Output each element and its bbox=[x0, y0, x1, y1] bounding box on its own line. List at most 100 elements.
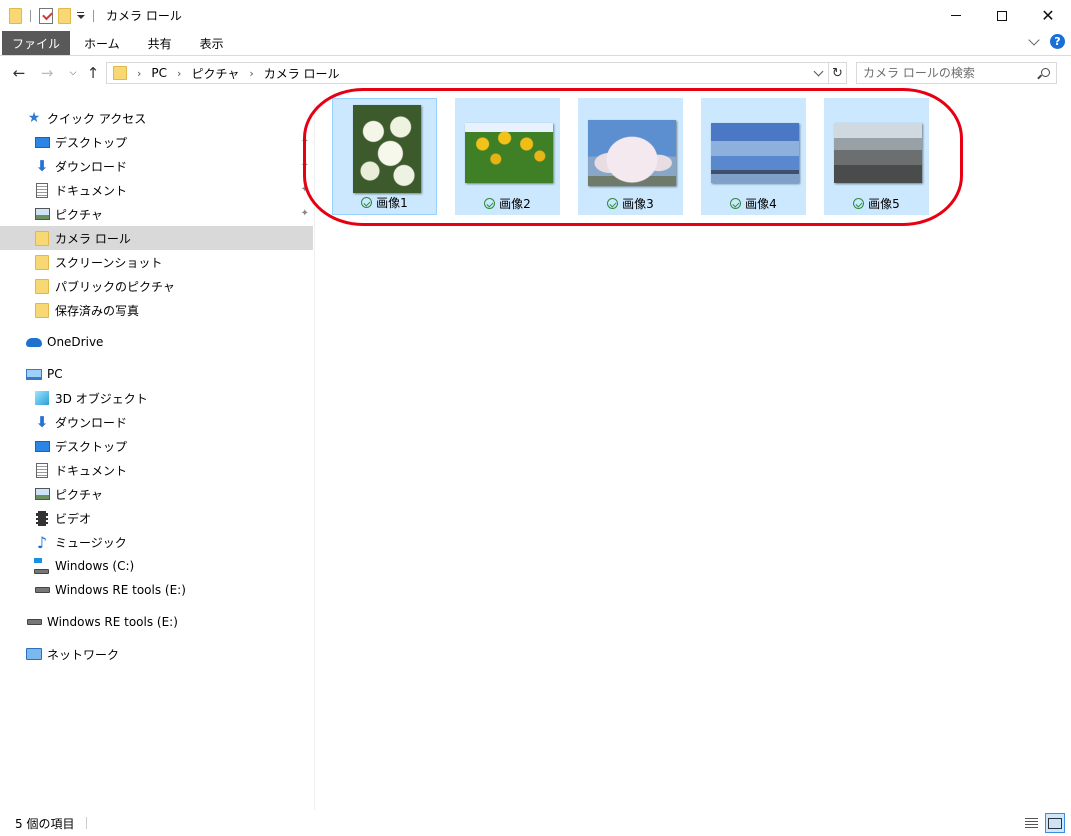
file-tile[interactable]: 画像5 bbox=[824, 98, 929, 215]
nav-item-saved-pictures[interactable]: 保存済みの写真 bbox=[0, 298, 313, 322]
breadcrumb-pictures[interactable]: ピクチャ bbox=[191, 65, 239, 82]
address-dropdown-icon[interactable] bbox=[814, 67, 824, 77]
nav-label: ピクチャ bbox=[55, 207, 103, 222]
folder-icon bbox=[113, 66, 127, 80]
toolbar-separator bbox=[30, 9, 31, 22]
breadcrumb-camera-roll[interactable]: カメラ ロール bbox=[264, 65, 340, 82]
network-icon bbox=[26, 646, 42, 662]
search-input[interactable] bbox=[863, 66, 1033, 80]
file-tile[interactable]: 画像4 bbox=[701, 98, 806, 215]
tab-share[interactable]: 共有 bbox=[134, 31, 186, 55]
view-switcher bbox=[1021, 813, 1065, 833]
toolbar-separator bbox=[93, 9, 94, 22]
nav-item-drive-e[interactable]: Windows RE tools (E:) bbox=[0, 578, 313, 602]
search-box[interactable] bbox=[856, 62, 1057, 84]
file-list: 画像1 画像2 画像3 画像4 画像5 bbox=[316, 90, 1071, 810]
properties-icon[interactable] bbox=[39, 7, 53, 24]
file-name: 画像1 bbox=[376, 196, 408, 210]
nav-label: Windows (C:) bbox=[55, 559, 135, 573]
film-icon bbox=[34, 510, 50, 526]
refresh-button[interactable]: ↻ bbox=[829, 62, 847, 84]
file-caption: 画像1 bbox=[333, 194, 436, 211]
close-button[interactable]: ✕ bbox=[1025, 0, 1071, 31]
folder-icon bbox=[34, 254, 50, 270]
pin-icon: ✦ bbox=[300, 136, 309, 147]
nav-item-public-pictures[interactable]: パブリックのピクチャ bbox=[0, 274, 313, 298]
breadcrumb-pc[interactable]: PC bbox=[151, 66, 167, 80]
file-name: 画像3 bbox=[622, 197, 654, 211]
music-note-icon: ♪ bbox=[36, 532, 48, 552]
folder-icon[interactable] bbox=[9, 7, 22, 24]
thumbnail bbox=[834, 104, 922, 192]
recent-locations-button[interactable]: ⌵ bbox=[64, 64, 82, 82]
tab-view[interactable]: 表示 bbox=[186, 31, 238, 55]
details-view-button[interactable] bbox=[1021, 813, 1041, 833]
nav-label: スクリーンショット bbox=[55, 255, 163, 270]
chevron-right-icon: › bbox=[137, 66, 142, 80]
file-tile[interactable]: 画像1 bbox=[332, 98, 437, 215]
nav-label: カメラ ロール bbox=[55, 231, 131, 246]
nav-label: ダウンロード bbox=[55, 159, 128, 174]
file-name: 画像2 bbox=[499, 197, 531, 211]
file-caption: 画像2 bbox=[455, 195, 560, 212]
tab-file[interactable]: ファイル bbox=[2, 31, 71, 55]
file-tile[interactable]: 画像3 bbox=[578, 98, 683, 215]
image-thumbnail bbox=[353, 105, 421, 193]
nav-drive-e[interactable]: Windows RE tools (E:) bbox=[0, 610, 313, 634]
nav-item-downloads[interactable]: ⬇ ダウンロード ✦ bbox=[0, 154, 313, 178]
navigation-pane: ★ クイック アクセス デスクトップ ✦ ⬇ ダウンロード ✦ ドキュメント ✦… bbox=[0, 104, 315, 810]
help-icon[interactable]: ? bbox=[1050, 34, 1065, 49]
status-bar: 5 個の項目 bbox=[0, 810, 1071, 836]
thumbnail bbox=[343, 105, 431, 193]
forward-button[interactable]: → bbox=[38, 64, 56, 82]
tab-home[interactable]: ホーム bbox=[70, 31, 134, 55]
cloud-icon bbox=[26, 334, 42, 350]
nav-item-pc-desktop[interactable]: デスクトップ bbox=[0, 434, 313, 458]
up-button[interactable]: ↑ bbox=[84, 64, 102, 82]
computer-icon bbox=[26, 366, 42, 382]
back-arrow-icon: ← bbox=[12, 64, 26, 82]
document-icon bbox=[34, 462, 50, 478]
nav-item-pictures[interactable]: ピクチャ ✦ bbox=[0, 202, 313, 226]
minimize-button[interactable] bbox=[933, 0, 979, 31]
image-thumbnail bbox=[465, 123, 553, 183]
nav-item-3d-objects[interactable]: 3D オブジェクト bbox=[0, 386, 313, 410]
item-count: 5 個の項目 bbox=[15, 816, 75, 831]
nav-item-pc-documents[interactable]: ドキュメント bbox=[0, 458, 313, 482]
back-button[interactable]: ← bbox=[10, 64, 28, 82]
ribbon-right: ? bbox=[1028, 33, 1065, 49]
chevron-right-icon: › bbox=[177, 66, 182, 80]
pin-icon: ✦ bbox=[300, 208, 309, 219]
expand-ribbon-icon[interactable] bbox=[1028, 33, 1040, 46]
nav-item-videos[interactable]: ビデオ bbox=[0, 506, 313, 530]
up-arrow-icon: ↑ bbox=[86, 64, 100, 82]
nav-item-pc-downloads[interactable]: ⬇ ダウンロード bbox=[0, 410, 313, 434]
maximize-button[interactable] bbox=[979, 0, 1025, 31]
nav-item-drive-c[interactable]: Windows (C:) bbox=[0, 554, 313, 578]
chevron-down-icon: ⌵ bbox=[69, 68, 77, 78]
nav-network[interactable]: ネットワーク bbox=[0, 642, 313, 666]
nav-item-documents[interactable]: ドキュメント ✦ bbox=[0, 178, 313, 202]
file-tile[interactable]: 画像2 bbox=[455, 98, 560, 215]
nav-item-camera-roll[interactable]: カメラ ロール bbox=[0, 226, 313, 250]
address-bar[interactable]: › PC › ピクチャ › カメラ ロール bbox=[106, 62, 829, 84]
nav-pc[interactable]: PC bbox=[0, 362, 313, 386]
file-caption: 画像5 bbox=[824, 195, 929, 212]
new-folder-icon[interactable] bbox=[58, 7, 71, 24]
nav-item-music[interactable]: ♪ ミュージック bbox=[0, 530, 313, 554]
customize-toolbar-icon[interactable] bbox=[76, 10, 85, 22]
large-icons-view-button[interactable] bbox=[1045, 813, 1065, 833]
file-caption: 画像3 bbox=[578, 195, 683, 212]
ribbon-tabs: ファイル ホーム 共有 表示 ? bbox=[0, 31, 1071, 56]
title-bar: カメラ ロール ✕ bbox=[0, 0, 1071, 31]
nav-label: デスクトップ bbox=[55, 439, 128, 454]
nav-item-pc-pictures[interactable]: ピクチャ bbox=[0, 482, 313, 506]
nav-item-desktop[interactable]: デスクトップ ✦ bbox=[0, 130, 313, 154]
search-icon[interactable] bbox=[1041, 68, 1050, 77]
nav-onedrive[interactable]: OneDrive bbox=[0, 330, 313, 354]
nav-item-screenshots[interactable]: スクリーンショット bbox=[0, 250, 313, 274]
nav-label: ピクチャ bbox=[55, 487, 103, 502]
folder-icon bbox=[34, 230, 50, 246]
nav-label: OneDrive bbox=[47, 335, 104, 349]
nav-quick-access[interactable]: ★ クイック アクセス bbox=[0, 106, 313, 130]
